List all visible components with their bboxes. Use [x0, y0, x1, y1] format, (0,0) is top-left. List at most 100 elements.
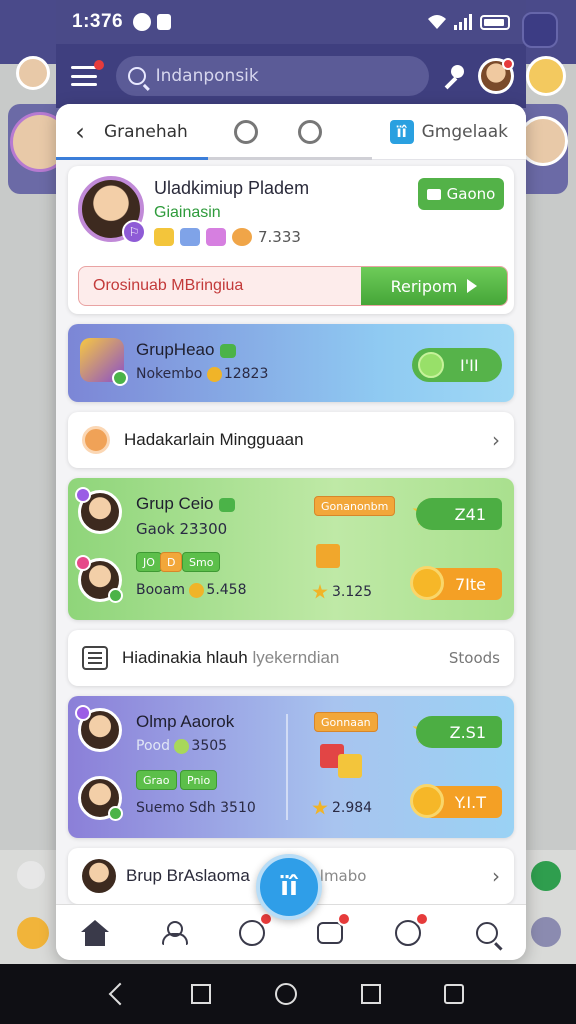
lock-icon: [157, 14, 172, 30]
orb-icon: [232, 228, 252, 246]
list-icon: [82, 646, 108, 670]
notification-icon: [133, 13, 152, 31]
divider: [286, 714, 288, 820]
menu-icon[interactable]: [68, 60, 104, 90]
system-home-icon[interactable]: [274, 983, 297, 1005]
wifi-icon: [428, 15, 446, 29]
nav-messages[interactable]: [315, 911, 352, 948]
member-avatar[interactable]: [75, 487, 122, 534]
coin-icon: [410, 566, 444, 600]
key-icon[interactable]: [443, 65, 465, 87]
verified-icon: [219, 497, 236, 512]
group-toggle[interactable]: I'II: [412, 348, 502, 382]
search-icon: [127, 67, 146, 85]
pink-gem-icon: [206, 228, 226, 246]
group-card-head[interactable]: GrupHeao Nokembo 12823 I'II: [68, 324, 514, 402]
system-back-icon[interactable]: [108, 982, 132, 1006]
row2-label: Booam: [136, 582, 185, 598]
gem-icon: [174, 738, 190, 754]
tab-icon-1[interactable]: [234, 119, 258, 144]
list-row-label-text: Hiadinakia hlauh: [122, 648, 248, 667]
profile-subtitle: Giainasin: [154, 204, 221, 221]
compass-icon: [82, 426, 110, 454]
member-avatar[interactable]: [75, 705, 122, 752]
search-input[interactable]: [155, 66, 396, 86]
list-row[interactable]: Hiadinakia hlauh lyekerndian Stoods: [68, 630, 514, 686]
nav-notifications[interactable]: [393, 911, 430, 948]
tab-indicator: [56, 157, 208, 160]
background-avatar: [526, 56, 566, 96]
bottom-card-faded: lmabo: [319, 867, 367, 885]
group-green-title-text: Grup Ceio: [136, 494, 214, 513]
gold-gem-icon: [154, 228, 174, 246]
coin-icon: [206, 366, 222, 382]
tab-icon-2[interactable]: [298, 119, 322, 144]
group-green-row2: Booam 5.458: [136, 582, 247, 598]
blue-gem-icon: [180, 228, 200, 246]
system-clipboard-icon[interactable]: [444, 984, 465, 1004]
group-green-sub: Gaok 23300: [136, 520, 228, 538]
star-icon: [312, 800, 328, 815]
group-purple-sub-label: Pood: [136, 738, 170, 754]
coin-icon: [189, 582, 205, 598]
promo-button[interactable]: Reripom: [361, 267, 507, 305]
promo-text: Orosinuab MBringiua: [93, 277, 244, 294]
search-bar[interactable]: [115, 56, 429, 96]
group-green-title: Grup Ceio: [136, 494, 236, 514]
background-avatar: [528, 858, 564, 894]
system-recents-icon[interactable]: [191, 984, 212, 1004]
avatar[interactable]: [478, 58, 514, 94]
nav-search[interactable]: [472, 918, 502, 948]
group-card-green[interactable]: Grup Ceio Gaok 23300 Gonanonbm JO D Smo …: [68, 478, 514, 620]
group-green-pill[interactable]: Z41: [416, 498, 502, 530]
floating-action-button[interactable]: ïî: [256, 854, 322, 920]
tab-divider: [208, 157, 372, 160]
background-avatar: [528, 914, 564, 950]
profile-card: ⚐ Uladkimiup Pladem Giainasin 7.333 Gaon…: [68, 166, 514, 314]
group-sub-value: 12823: [223, 366, 269, 382]
nav-home[interactable]: [80, 918, 110, 948]
profile-action-button[interactable]: Gaono: [418, 178, 504, 210]
app-header: [56, 44, 526, 108]
status-time: 1:376: [72, 11, 124, 32]
verified-icon: [220, 343, 237, 358]
coin-icon: [410, 784, 444, 818]
tab-last-icon: ïî: [389, 119, 414, 144]
group-purple-pill[interactable]: Z.S1: [416, 716, 502, 748]
group-sub-label: Nokembo: [136, 366, 203, 382]
group-card-purple[interactable]: Olmp Aaorok Pood 3505 Gonnaan Grao Pnio …: [68, 696, 514, 838]
group-purple-sub: Pood 3505: [136, 738, 227, 754]
profile-avatar[interactable]: ⚐: [78, 176, 146, 244]
member-avatar[interactable]: [78, 776, 123, 821]
row2-value: 5.458: [206, 582, 247, 598]
home-icon: [81, 919, 110, 946]
nav-profile[interactable]: [158, 918, 189, 948]
profile-badge: ⚐: [122, 220, 146, 244]
tab-active[interactable]: Granehah: [104, 122, 214, 142]
system-square-icon[interactable]: [360, 984, 381, 1004]
profile-badges: 7.333: [154, 228, 301, 246]
toggle-value: I'II: [460, 355, 479, 375]
promo-banner: Orosinuab MBringiua Reripom: [78, 266, 508, 306]
gift-box-icon: [316, 544, 340, 568]
list-row-right[interactable]: Stoods: [449, 649, 500, 667]
tag-a: JO: [136, 552, 162, 572]
list-row-label-faded: lyekerndian: [252, 648, 340, 667]
main-panel: ‹ Granehah ïî Gmgelaak ⚐ Uladkimiup Plad…: [56, 104, 526, 960]
weekly-challenge-row[interactable]: Hadakarlain Mingguaan ›: [68, 412, 514, 468]
back-button[interactable]: ‹: [56, 118, 104, 146]
group-title-text: GrupHeao: [136, 340, 215, 359]
tag-b: Pnio: [180, 770, 218, 790]
floating-app-icon[interactable]: [522, 12, 558, 48]
member-avatar[interactable]: [75, 555, 123, 603]
group-title: GrupHeao: [136, 340, 237, 360]
group-purple-stars: 2.984: [312, 800, 372, 816]
background-avatar: [14, 914, 52, 952]
tab-last[interactable]: ïî Gmgelaak: [389, 119, 508, 144]
tag-a: Grao: [136, 770, 177, 790]
notification-dot: [502, 58, 514, 70]
member-avatar: [82, 859, 116, 893]
bottom-card-label: Brup BrAslaoma: [126, 866, 250, 885]
nav-check[interactable]: [237, 911, 273, 948]
background-avatar: [14, 858, 48, 892]
